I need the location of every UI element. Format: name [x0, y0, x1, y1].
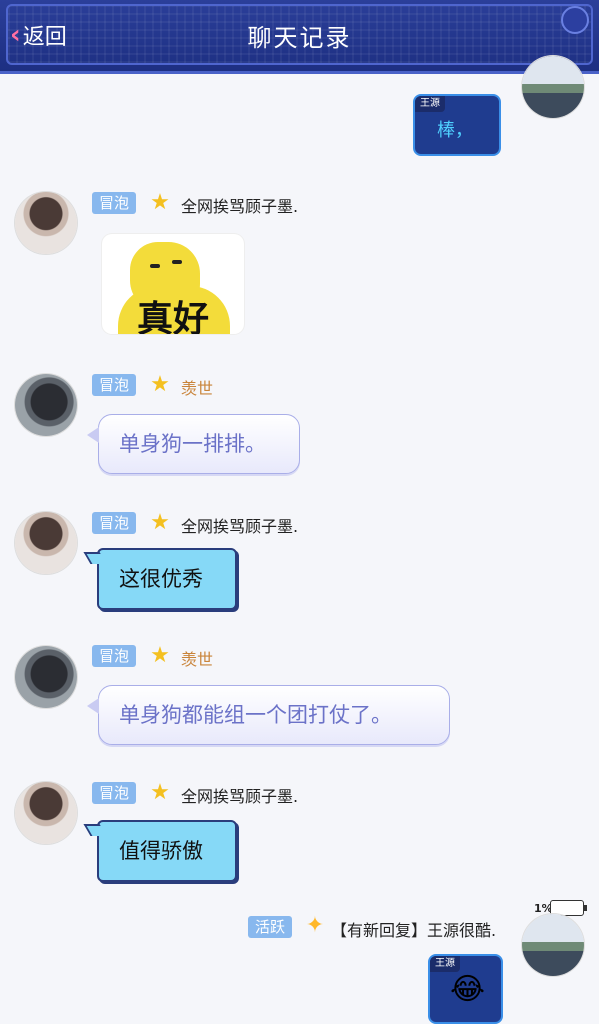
- star-icon: ★: [150, 372, 170, 397]
- activity-tag: 冒泡: [92, 645, 137, 667]
- message-text: 值得骄傲: [119, 839, 203, 863]
- message-text: 单身狗都能组一个团打仗了。: [119, 703, 392, 727]
- activity-tag: 冒泡: [92, 512, 137, 534]
- message-text: 单身狗一排排。: [119, 432, 266, 456]
- user-avatar[interactable]: [15, 782, 77, 844]
- user-avatar[interactable]: [15, 374, 77, 436]
- sticker-eye: [150, 264, 160, 268]
- message-bubble[interactable]: 值得骄傲: [97, 820, 237, 882]
- sender-tag: 王源: [430, 956, 460, 972]
- username[interactable]: 【有新回复】王源很酷.: [331, 917, 496, 941]
- self-message-bubble[interactable]: 王源 😂: [428, 954, 503, 1024]
- username[interactable]: 全网挨骂顾子墨.: [181, 783, 298, 807]
- self-message-bubble[interactable]: 王源 棒，: [413, 94, 501, 156]
- message-bubble[interactable]: 单身狗一排排。: [87, 414, 300, 474]
- username[interactable]: 羡世: [181, 375, 213, 399]
- activity-tag: 冒泡: [92, 192, 137, 214]
- self-avatar[interactable]: [522, 914, 584, 976]
- user-avatar[interactable]: [15, 646, 77, 708]
- page-title: 聊天记录: [247, 24, 352, 52]
- message-text: 这很优秀: [119, 567, 203, 591]
- message-bubble[interactable]: 这很优秀: [97, 548, 237, 610]
- username[interactable]: 羡世: [181, 646, 213, 670]
- sticker-image[interactable]: 真好: [102, 234, 244, 334]
- user-avatar[interactable]: [15, 512, 77, 574]
- username[interactable]: 全网挨骂顾子墨.: [181, 193, 298, 217]
- sticker-eye: [172, 260, 182, 264]
- sparkle-icon: ✦: [305, 913, 325, 938]
- self-avatar[interactable]: [522, 56, 584, 118]
- laughing-emoji-icon: 😂: [450, 972, 486, 1007]
- sender-tag: 王源: [415, 96, 445, 112]
- star-icon: ★: [150, 780, 170, 805]
- message-bubble[interactable]: 单身狗都能组一个团打仗了。: [87, 685, 450, 745]
- star-icon: ★: [150, 643, 170, 668]
- user-avatar[interactable]: [15, 192, 77, 254]
- message-text: 棒，: [437, 120, 473, 141]
- activity-tag: 活跃: [248, 916, 293, 938]
- sticker-text: 真好: [136, 299, 209, 334]
- star-icon: ★: [150, 190, 170, 215]
- star-icon: ★: [150, 510, 170, 535]
- activity-tag: 冒泡: [92, 374, 137, 396]
- username[interactable]: 全网挨骂顾子墨.: [181, 513, 298, 537]
- activity-tag: 冒泡: [92, 782, 137, 804]
- chat-header: ‹ 返回 聊天记录: [0, 0, 599, 74]
